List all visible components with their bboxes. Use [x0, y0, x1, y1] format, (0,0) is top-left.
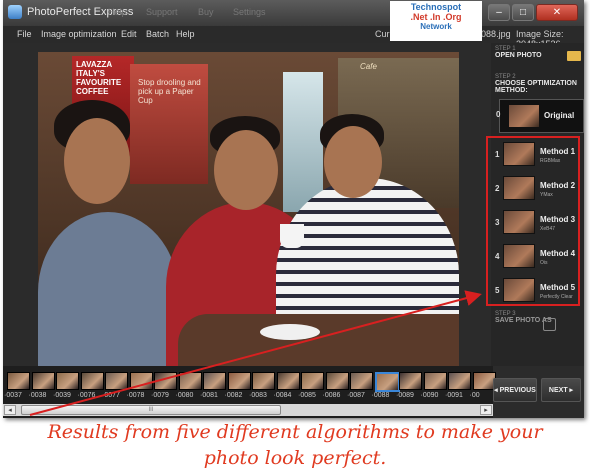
method-original[interactable]: 0 Original [496, 99, 584, 133]
scroll-left-button[interactable]: ◂ [4, 405, 16, 415]
filmstrip-thumbnail[interactable] [203, 372, 226, 390]
open-photo-title: OPEN PHOTO [495, 52, 542, 59]
filmstrip-thumbnail[interactable] [276, 372, 300, 390]
filmstrip-label: ·0087 [347, 392, 365, 399]
person-middle-face [214, 130, 278, 210]
filmstrip-scrollbar[interactable]: ◂ III ▸ [3, 404, 493, 416]
shelf-sign: Cafe [360, 62, 377, 71]
filmstrip-thumbnail[interactable] [129, 372, 153, 390]
filmstrip-thumbnail[interactable] [154, 372, 177, 390]
poster-paper-cup: Stop drooling and pick up a Paper Cup [130, 64, 208, 184]
caption-line1: Results from five different algorithms t… [47, 421, 543, 443]
watermark-line2: .Net .In .Org [410, 12, 462, 22]
methods-highlight-box [486, 136, 580, 306]
filmstrip-label: ·0038 [28, 392, 47, 399]
window-light [283, 72, 323, 212]
filmstrip: ◂ III ▸ ·0037 ·0038 ·0039 ·0076 ·0077 ·0078 ·0… [3, 366, 496, 418]
filmstrip-label: ·0088 [371, 392, 390, 399]
filmstrip-label: ·0039 [53, 392, 71, 399]
menu-file[interactable]: File [17, 29, 32, 39]
step2-block: STEP 2 CHOOSE OPTIMIZATION METHOD: [495, 74, 584, 94]
person-left-shirt [38, 212, 178, 366]
watermark-line1: Technospot [410, 2, 462, 12]
watermark-line3: Network [420, 22, 452, 31]
filmstrip-thumbnail[interactable] [448, 372, 471, 390]
maximize-button[interactable]: □ [512, 4, 534, 21]
filmstrip-thumbnail[interactable] [80, 372, 104, 390]
filmstrip-thumbnail[interactable] [301, 372, 324, 390]
folder-icon[interactable] [567, 51, 581, 61]
filmstrip-thumbnail[interactable] [374, 372, 400, 392]
next-button[interactable]: NEXT ▸ [541, 378, 581, 402]
filmstrip-label: ·0079 [151, 392, 169, 399]
ghost-menu-help[interactable]: Help [108, 7, 127, 17]
filmstrip-thumbnail[interactable] [56, 372, 79, 390]
saucer [260, 324, 320, 340]
filmstrip-label: ·0081 [200, 392, 218, 399]
filmstrip-label: ·0077 [102, 392, 120, 399]
app-icon [8, 5, 22, 19]
filmstrip-thumbnail[interactable] [423, 372, 447, 390]
scroll-right-button[interactable]: ▸ [480, 405, 492, 415]
filmstrip-label: ·0083 [249, 392, 267, 399]
filmstrip-thumbnail[interactable] [105, 372, 128, 390]
filmstrip-label: ·0037 [4, 392, 22, 399]
filmstrip-label: ·0076 [77, 392, 96, 399]
filmstrip-thumbnail[interactable] [178, 372, 202, 390]
close-button[interactable]: ✕ [536, 4, 578, 21]
filmstrip-label: ·0080 [175, 392, 194, 399]
ghost-menu-buy[interactable]: Buy [198, 7, 214, 17]
title-bar: PhotoPerfect Express Help Support Buy Se… [3, 0, 584, 26]
scroll-thumb[interactable]: III [21, 405, 281, 415]
filmstrip-label: ·0090 [420, 392, 439, 399]
person-left-face [64, 118, 130, 204]
filmstrip-thumbnail[interactable] [399, 372, 422, 390]
filmstrip-thumbnail[interactable] [350, 372, 373, 390]
filmstrip-label: ·0091 [445, 392, 463, 399]
original-num: 0 [496, 110, 501, 119]
filmstrip-label: ·0084 [273, 392, 292, 399]
person-right-face [324, 126, 382, 198]
save-icon[interactable] [543, 318, 556, 331]
ghost-menu-support[interactable]: Support [146, 7, 178, 17]
choose-method-title: CHOOSE OPTIMIZATION METHOD: [495, 80, 577, 94]
watermark-logo: Technospot .Net .In .Org Network [390, 1, 482, 41]
filmstrip-label: ·0085 [298, 392, 316, 399]
filmstrip-thumbnail[interactable] [227, 372, 251, 390]
menu-batch[interactable]: Batch [146, 29, 169, 39]
main-photo: LAVAZZA ITALY'S FAVOURITE COFFEE Stop dr… [38, 52, 459, 366]
filmstrip-label: ·0082 [224, 392, 243, 399]
filmstrip-label: ·0086 [322, 392, 341, 399]
filmstrip-thumbnail[interactable] [325, 372, 349, 390]
filmstrip-thumbnail[interactable] [31, 372, 55, 390]
filmstrip-label: ·00 [469, 392, 480, 399]
previous-button[interactable]: ◂ PREVIOUS [493, 378, 537, 402]
menu-help[interactable]: Help [176, 29, 195, 39]
minimize-button[interactable]: – [488, 4, 510, 21]
filmstrip-thumbnail[interactable] [7, 372, 30, 390]
step1-block[interactable]: STEP 1 OPEN PHOTO [495, 46, 542, 59]
filmstrip-thumbnail[interactable] [252, 372, 275, 390]
window-controls: – □ ✕ [486, 4, 578, 21]
menu-bar: File Image optimization Edit Batch Help … [3, 26, 584, 49]
caption-line2: photo look perfect. [203, 447, 387, 469]
table [178, 314, 459, 366]
menu-image-optimization[interactable]: Image optimization [41, 29, 117, 39]
filmstrip-label: ·0078 [126, 392, 145, 399]
original-label: Original [544, 111, 575, 120]
original-thumbnail [508, 104, 540, 128]
ghost-menu-settings[interactable]: Settings [233, 7, 266, 17]
coffee-cup [280, 224, 304, 248]
menu-edit[interactable]: Edit [121, 29, 137, 39]
filmstrip-label: ·0089 [396, 392, 414, 399]
